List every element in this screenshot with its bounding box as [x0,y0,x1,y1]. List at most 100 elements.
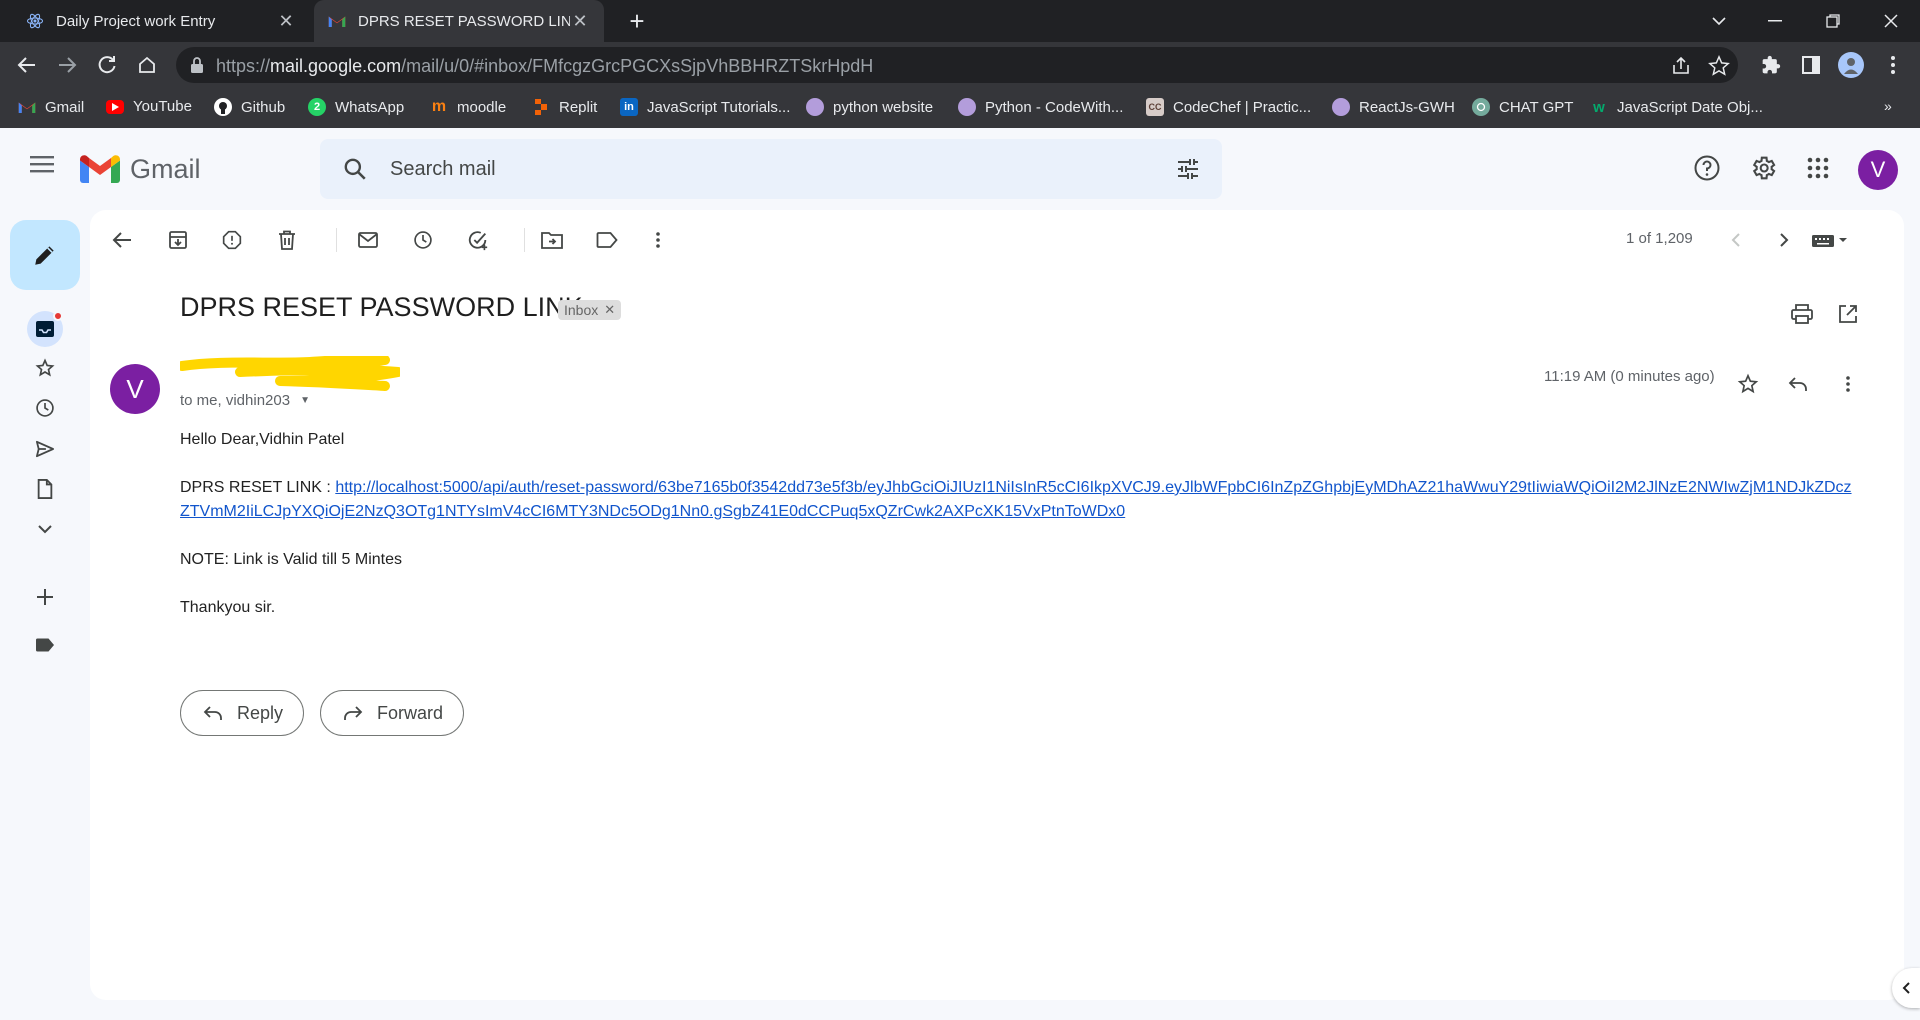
main-menu-icon[interactable] [30,154,56,179]
close-tab-icon[interactable]: ✕ [570,11,590,32]
home-icon[interactable] [132,50,162,80]
minimize-icon[interactable] [1752,0,1798,42]
back-icon[interactable] [12,50,42,80]
bookmark-javascript-date[interactable]: w JavaScript Date Obj... [1590,98,1763,116]
compose-button[interactable] [10,220,80,290]
reset-password-link[interactable]: http://localhost:5000/api/auth/reset-pas… [180,479,1852,520]
extensions-icon[interactable] [1758,52,1784,78]
bookmark-youtube[interactable]: YouTube [106,98,192,115]
create-label-plus-icon[interactable] [30,582,60,612]
whatsapp-icon: 2 [308,98,326,116]
newer-chevron-left-icon[interactable] [1722,226,1750,254]
help-icon[interactable] [1692,153,1722,183]
bookmark-codechef[interactable]: CC CodeChef | Practic... [1146,98,1311,116]
add-task-icon[interactable] [464,226,492,254]
address-bar[interactable]: https://mail.google.com/mail/u/0/#inbox/… [176,47,1738,83]
delete-trash-icon[interactable] [273,226,301,254]
message-more-options-icon[interactable] [1834,370,1862,398]
greeting-text: Hello Dear,Vidhin Patel [180,431,345,448]
bookmark-star-icon[interactable] [1708,55,1730,77]
browser-tab-strip: Daily Project work Entry ✕ DPRS RESET PA… [0,0,1920,42]
bookmark-label: JavaScript Date Obj... [1617,98,1763,116]
sent-icon[interactable] [30,434,60,464]
reply-icon [203,705,223,721]
bookmark-label: WhatsApp [335,98,405,116]
linkedin-icon: in [620,98,638,116]
tab-daily-project[interactable]: Daily Project work Entry ✕ [12,0,310,42]
tab-title: DPRS RESET PASSWORD LINK - v [358,12,570,30]
report-spam-icon[interactable] [218,226,246,254]
bookmark-replit[interactable]: Replit [532,98,597,116]
bookmark-python-codewith[interactable]: Python - CodeWith... [958,98,1123,116]
toolbar-divider [524,228,525,252]
label-icon[interactable] [30,630,60,660]
bookmark-github[interactable]: Github [214,98,285,116]
mark-unread-icon[interactable] [354,226,382,254]
chrome-menu-icon[interactable] [1880,52,1906,78]
browser-toolbar: https://mail.google.com/mail/u/0/#inbox/… [0,42,1920,88]
bookmark-label: Gmail [45,98,85,116]
starred-icon[interactable] [30,353,60,383]
bookmarks-overflow-icon[interactable]: » [1884,98,1892,114]
archive-icon[interactable] [164,226,192,254]
recipients-line[interactable]: to me, vidhin203 ▼ [180,392,310,409]
bookmark-reactjs-gwh[interactable]: ReactJs-GWH [1332,98,1455,116]
search-bar [320,139,1222,199]
move-to-folder-icon[interactable] [538,226,566,254]
lock-icon[interactable] [190,56,204,79]
print-icon[interactable] [1788,300,1816,328]
restore-icon[interactable] [1810,0,1856,42]
avatar-icon [1332,98,1350,116]
reply-arrow-icon[interactable] [1784,370,1812,398]
drafts-icon[interactable] [30,474,60,504]
close-tab-icon[interactable]: ✕ [276,11,296,32]
search-options-icon[interactable] [1176,157,1200,186]
remove-label-icon[interactable]: ✕ [604,302,615,318]
more-chevron-icon[interactable] [30,514,60,544]
reload-icon[interactable] [92,50,122,80]
input-tools-keyboard-icon[interactable] [1810,226,1856,254]
open-in-new-window-icon[interactable] [1834,300,1862,328]
search-input[interactable] [390,153,1090,185]
show-details-caret-icon[interactable]: ▼ [300,395,310,406]
apps-grid-icon[interactable] [1803,153,1833,183]
bookmark-gmail[interactable]: Gmail [18,98,84,116]
show-side-panel-icon[interactable] [1892,968,1920,1008]
back-to-inbox-icon[interactable] [108,226,136,254]
bookmark-label: Github [241,98,286,116]
closing-text: Thankyou sir. [180,599,276,616]
side-panel-icon[interactable] [1798,52,1824,78]
bookmark-python-website[interactable]: python website [806,98,933,116]
left-rail [0,210,90,1020]
more-options-icon[interactable] [644,226,672,254]
bookmark-javascript-tutorials[interactable]: in JavaScript Tutorials... [620,98,790,116]
reply-button[interactable]: Reply [180,690,305,736]
url-host: mail.google.com [270,56,402,76]
share-icon[interactable] [1670,55,1692,77]
inbox-icon[interactable] [27,311,63,347]
labels-icon[interactable] [593,226,621,254]
forward-button[interactable]: Forward [320,690,465,736]
replit-icon [532,98,550,116]
older-chevron-right-icon[interactable] [1770,226,1798,254]
sender-avatar[interactable]: V [110,364,160,414]
new-tab-button[interactable]: + [622,6,652,36]
search-icon[interactable] [342,156,368,187]
star-message-icon[interactable] [1734,370,1762,398]
bookmark-label: python website [833,98,934,116]
bookmark-chat-gpt[interactable]: CHAT GPT [1472,98,1573,116]
snooze-clock-icon[interactable] [409,226,437,254]
forward-icon[interactable] [52,50,82,80]
settings-gear-icon[interactable] [1748,153,1778,183]
close-window-icon[interactable] [1868,0,1914,42]
profile-avatar-icon[interactable] [1838,52,1864,78]
tab-gmail[interactable]: DPRS RESET PASSWORD LINK - v ✕ [314,0,604,42]
bookmark-label: Replit [559,98,598,116]
bookmark-moodle[interactable]: m moodle [430,98,506,116]
gmail-logo[interactable]: Gmail [80,154,201,185]
bookmark-whatsapp[interactable]: 2 WhatsApp [308,98,404,116]
snoozed-clock-icon[interactable] [30,393,60,423]
tab-search-chevron-icon[interactable] [1696,0,1742,42]
account-avatar[interactable]: V [1858,150,1898,190]
avatar-icon [806,98,824,116]
